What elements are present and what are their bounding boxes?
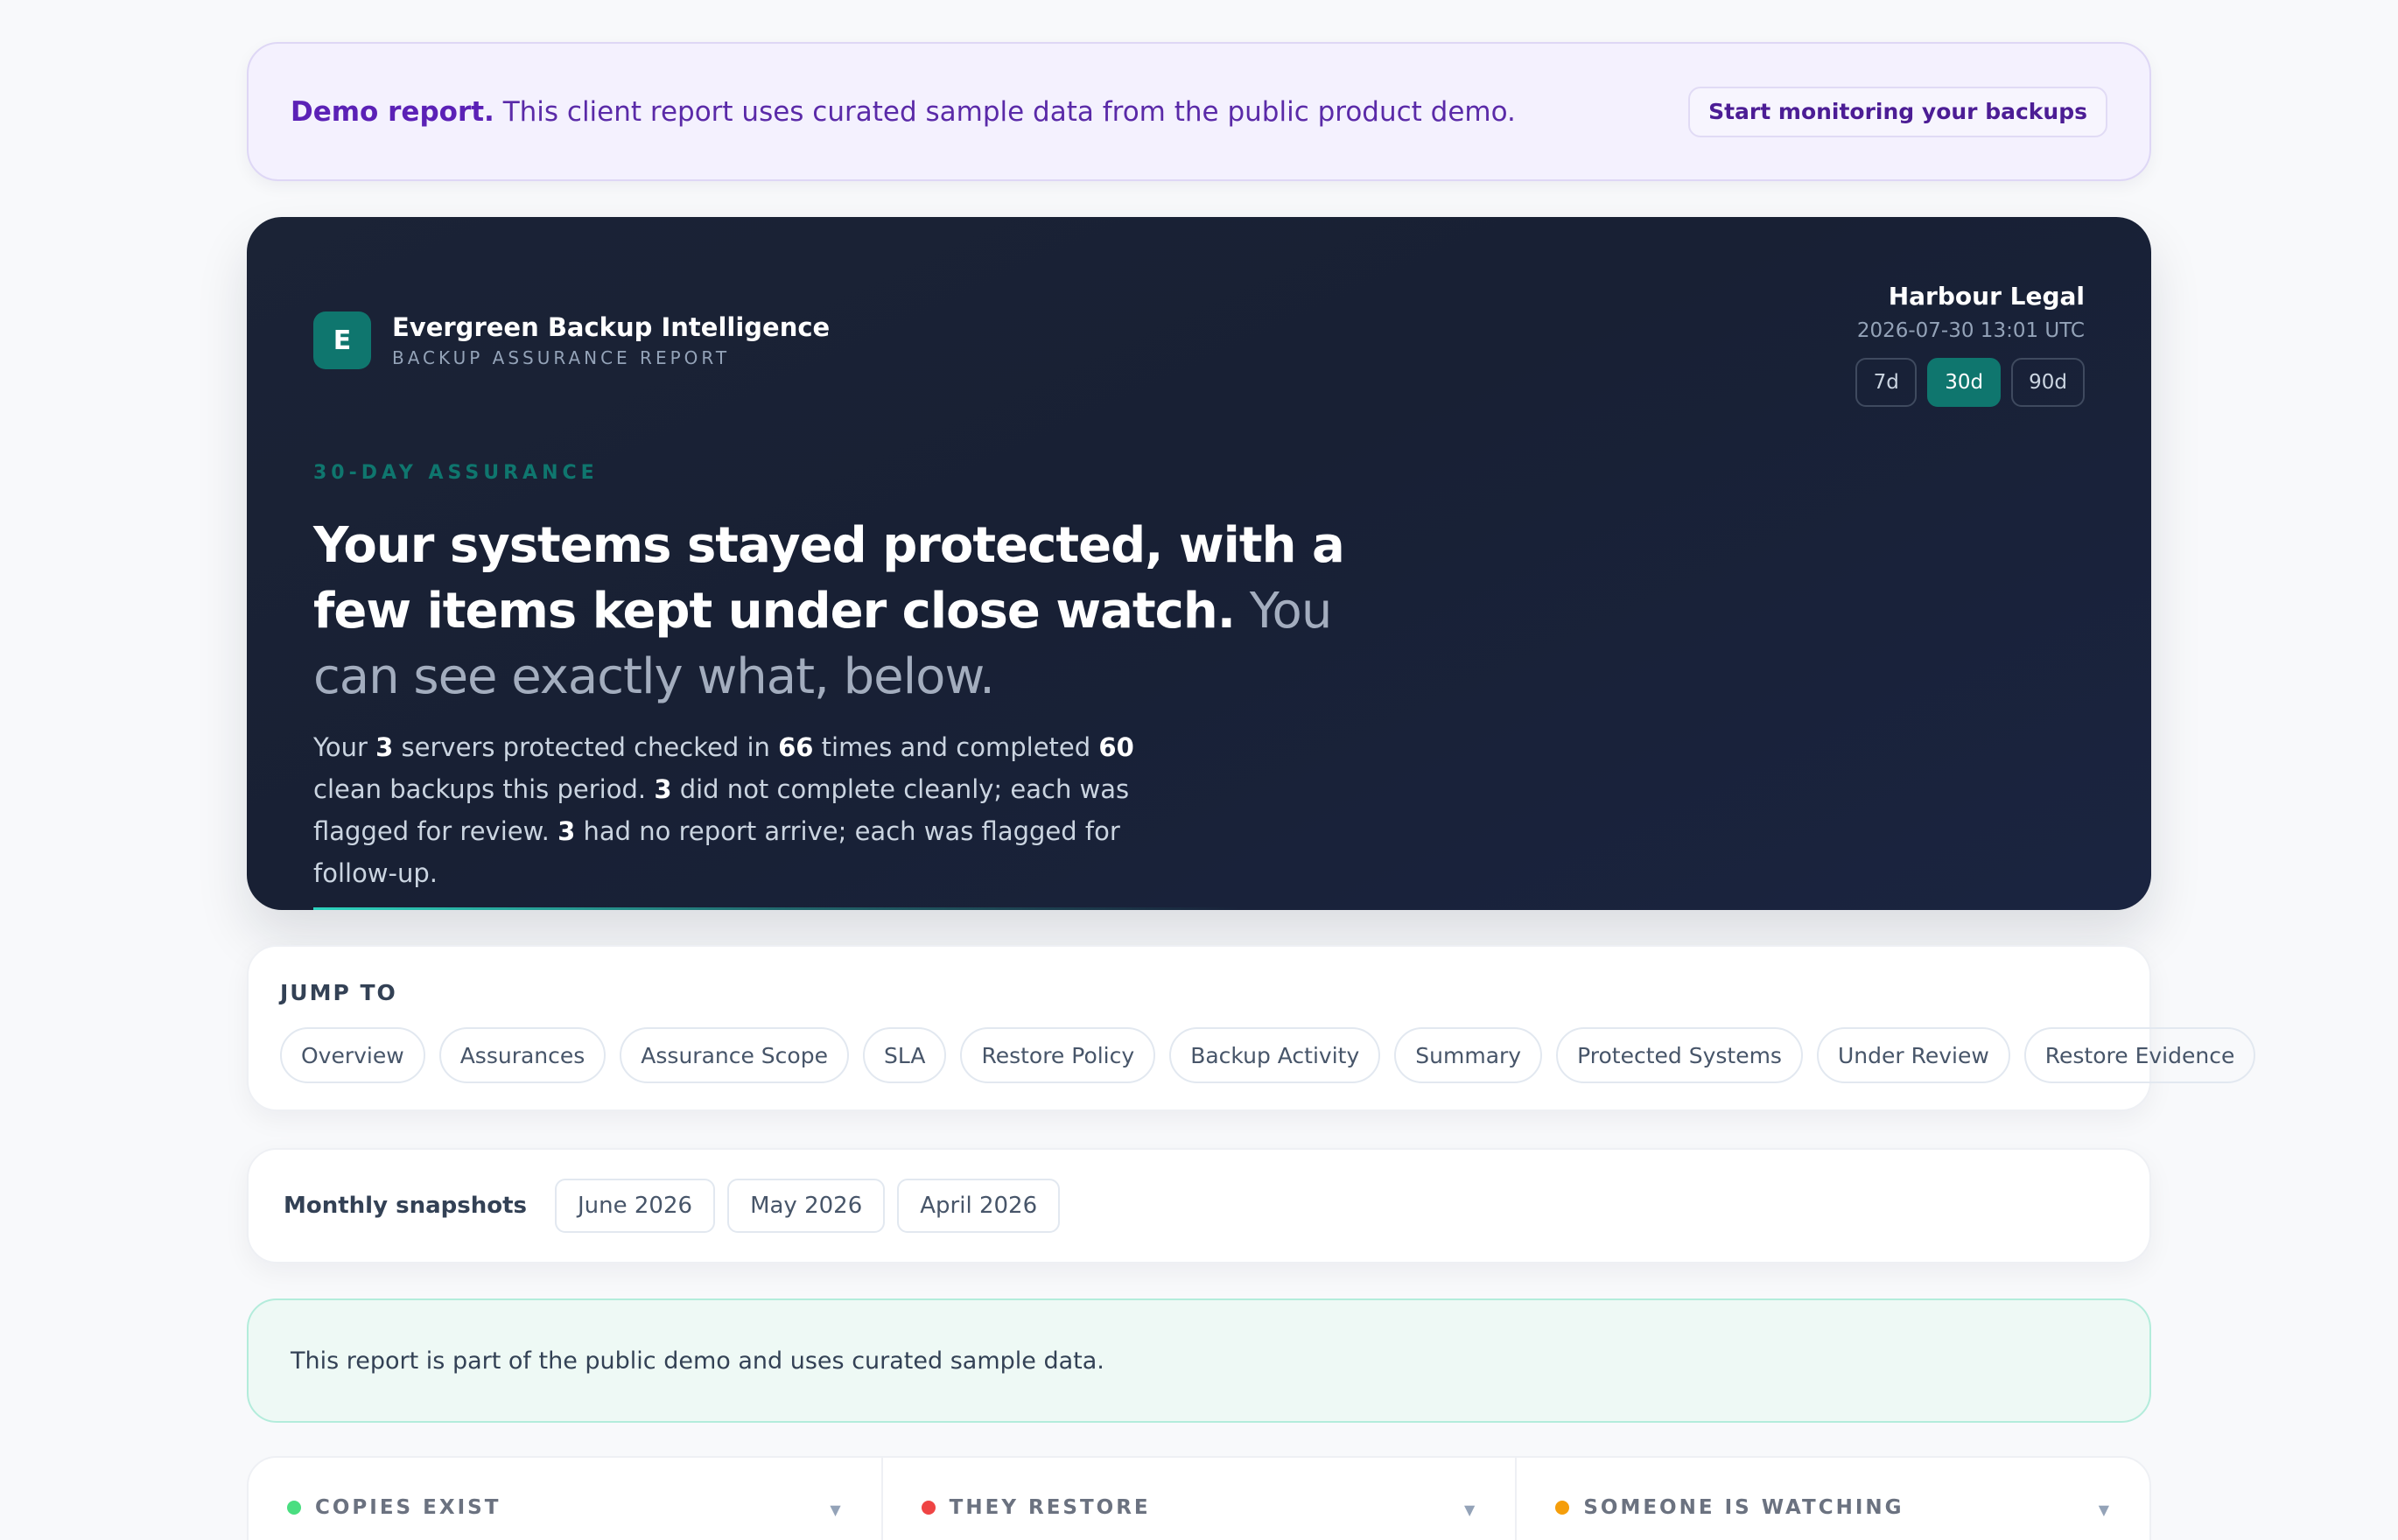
- jump-to-links: Overview Assurances Assurance Scope SLA Rest…: [280, 1027, 2256, 1083]
- summary-text: clean backups this period.: [313, 774, 655, 804]
- pillar-someone-is-watching[interactable]: SOMEONE IS WATCHING ▼: [1517, 1458, 2149, 1540]
- servers-count: 3: [375, 732, 394, 762]
- start-monitoring-button[interactable]: Start monitoring your backups: [1688, 86, 2107, 137]
- jump-link-sla[interactable]: SLA: [862, 1027, 947, 1083]
- monthly-snapshots-label: Monthly snapshots: [284, 1193, 527, 1219]
- range-90d-button[interactable]: 90d: [2011, 358, 2085, 407]
- jump-link-restore-policy[interactable]: Restore Policy: [960, 1027, 1156, 1083]
- brand-subtitle: BACKUP ASSURANCE REPORT: [392, 347, 731, 368]
- chevron-down-icon[interactable]: ▼: [1464, 1502, 1475, 1518]
- summary-text: servers protected checked in: [393, 732, 779, 762]
- pillar-label: SOMEONE IS WATCHING: [1583, 1496, 1904, 1519]
- pillar-label: COPIES EXIST: [315, 1496, 501, 1519]
- monthly-snapshots-card: Monthly snapshots June 2026 May 2026 April…: [247, 1148, 2151, 1264]
- demo-banner-message: This client report uses curated sample d…: [494, 95, 1516, 128]
- missing-count: 3: [557, 816, 576, 846]
- jump-link-summary[interactable]: Summary: [1394, 1027, 1543, 1083]
- pillar-copies-exist[interactable]: COPIES EXIST ▼: [249, 1458, 883, 1540]
- assurance-eyebrow: 30-DAY ASSURANCE: [313, 462, 599, 484]
- flagged-count: 3: [654, 774, 672, 804]
- hero-headline: Your systems stayed protected, with a fe…: [313, 513, 1346, 710]
- monthly-snapshot-links: June 2026 May 2026 April 2026: [555, 1179, 1061, 1233]
- hero-card: E Evergreen Backup Intelligence BACKUP A…: [247, 217, 2151, 910]
- jump-link-assurances[interactable]: Assurances: [438, 1027, 607, 1083]
- range-selector: 7d 30d 90d: [1855, 358, 2085, 407]
- pillar-header: SOMEONE IS WATCHING: [1555, 1496, 1904, 1519]
- brand-text: Evergreen Backup Intelligence BACKUP ASS…: [392, 312, 830, 368]
- assurance-pillars: COPIES EXIST ▼ THEY RESTORE ▼ SOMEONE IS WAT…: [247, 1456, 2151, 1540]
- pillar-header: THEY RESTORE: [921, 1496, 1151, 1519]
- pillar-they-restore[interactable]: THEY RESTORE ▼: [883, 1458, 1518, 1540]
- status-dot-icon: [287, 1501, 301, 1515]
- checkins-count: 66: [778, 732, 814, 762]
- chevron-down-icon[interactable]: ▼: [830, 1502, 840, 1518]
- jump-link-under-review[interactable]: Under Review: [1816, 1027, 2010, 1083]
- demo-banner-strong: Demo report.: [291, 95, 494, 128]
- brand: E Evergreen Backup Intelligence BACKUP A…: [313, 312, 830, 369]
- hero-accent-line: [313, 907, 1241, 910]
- jump-link-protected-systems[interactable]: Protected Systems: [1556, 1027, 1803, 1083]
- client-info: Harbour Legal 2026-07-30 13:01 UTC 7d 30d…: [1855, 282, 2085, 407]
- demo-notice: This report is part of the public demo a…: [247, 1298, 2151, 1423]
- jump-to-title: JUMP TO: [280, 980, 397, 1005]
- clean-backups-count: 60: [1098, 732, 1134, 762]
- brand-name: Evergreen Backup Intelligence: [392, 312, 831, 342]
- jump-link-backup-activity[interactable]: Backup Activity: [1169, 1027, 1381, 1083]
- range-30d-button[interactable]: 30d: [1927, 358, 2002, 407]
- demo-banner: Demo report. This client report uses cur…: [247, 42, 2151, 181]
- jump-to-card: JUMP TO Overview Assurances Assurance Scop…: [247, 945, 2256, 1111]
- status-dot-icon: [921, 1501, 936, 1515]
- client-name: Harbour Legal: [1888, 282, 2085, 311]
- status-dot-icon: [1555, 1501, 1570, 1515]
- jump-link-overview[interactable]: Overview: [280, 1027, 425, 1083]
- generated-timestamp: 2026-07-30 13:01 UTC: [1856, 319, 2085, 342]
- snapshot-may-2026[interactable]: May 2026: [727, 1179, 886, 1233]
- pillar-header: COPIES EXIST: [287, 1496, 501, 1519]
- snapshot-april-2026[interactable]: April 2026: [897, 1179, 1061, 1233]
- hero-summary: Your 3 servers protected checked in 66 t…: [313, 726, 1188, 894]
- brand-logo: E: [313, 312, 371, 369]
- pillar-label: THEY RESTORE: [949, 1496, 1151, 1519]
- range-7d-button[interactable]: 7d: [1855, 358, 1918, 407]
- jump-link-assurance-scope[interactable]: Assurance Scope: [620, 1027, 849, 1083]
- demo-banner-text: Demo report. This client report uses cur…: [291, 96, 1516, 128]
- summary-text: times and completed: [813, 732, 1099, 762]
- chevron-down-icon[interactable]: ▼: [2099, 1502, 2109, 1518]
- snapshot-june-2026[interactable]: June 2026: [555, 1179, 716, 1233]
- summary-text: Your: [313, 732, 376, 762]
- headline-strong: Your systems stayed protected, with a fe…: [313, 517, 1345, 640]
- jump-link-restore-evidence[interactable]: Restore Evidence: [2023, 1027, 2256, 1083]
